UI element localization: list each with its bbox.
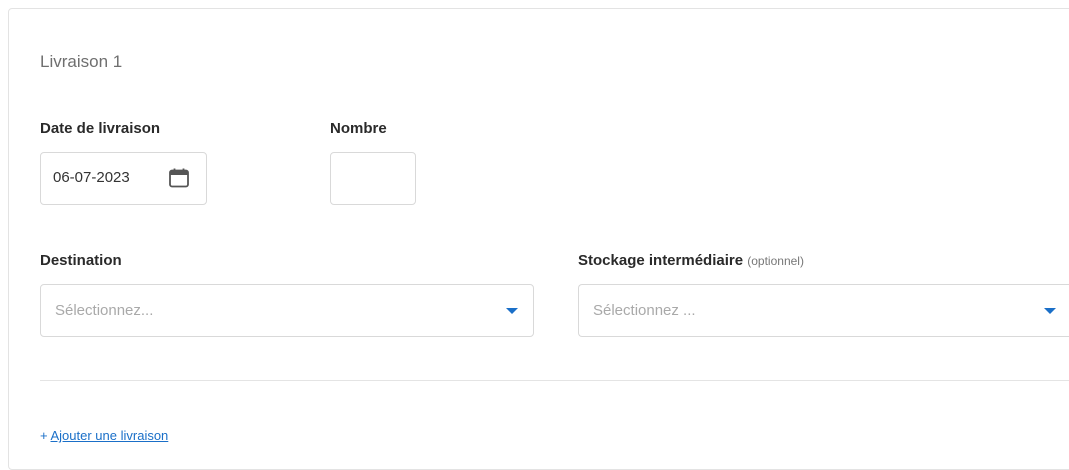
- nombre-label: Nombre: [330, 120, 387, 137]
- add-link-prefix: +: [40, 428, 48, 443]
- destination-label: Destination: [40, 252, 122, 269]
- stockage-placeholder: Sélectionnez ...: [593, 302, 696, 319]
- caret-down-icon[interactable]: [506, 308, 518, 314]
- stockage-label: Stockage intermédiaire (optionnel): [578, 252, 804, 269]
- nombre-input[interactable]: [330, 152, 416, 205]
- section-title: Livraison 1: [40, 52, 123, 71]
- stockage-label-text: Stockage intermédiaire: [578, 252, 744, 269]
- add-delivery-link[interactable]: + Ajouter une livraison: [40, 428, 168, 443]
- delivery-card: [8, 8, 1069, 470]
- add-link-label[interactable]: Ajouter une livraison: [51, 428, 169, 443]
- destination-placeholder: Sélectionnez...: [55, 302, 154, 319]
- date-label: Date de livraison: [40, 120, 161, 137]
- destination-select[interactable]: Sélectionnez...: [40, 284, 534, 337]
- calendar-icon[interactable]: [167, 166, 191, 190]
- optional-hint: (optionnel): [747, 254, 804, 268]
- date-input[interactable]: 06-07-2023: [40, 152, 207, 205]
- stockage-select[interactable]: Sélectionnez ...: [578, 284, 1069, 337]
- caret-down-icon[interactable]: [1044, 308, 1056, 314]
- date-value: 06-07-2023: [53, 169, 130, 186]
- divider: [40, 380, 1069, 381]
